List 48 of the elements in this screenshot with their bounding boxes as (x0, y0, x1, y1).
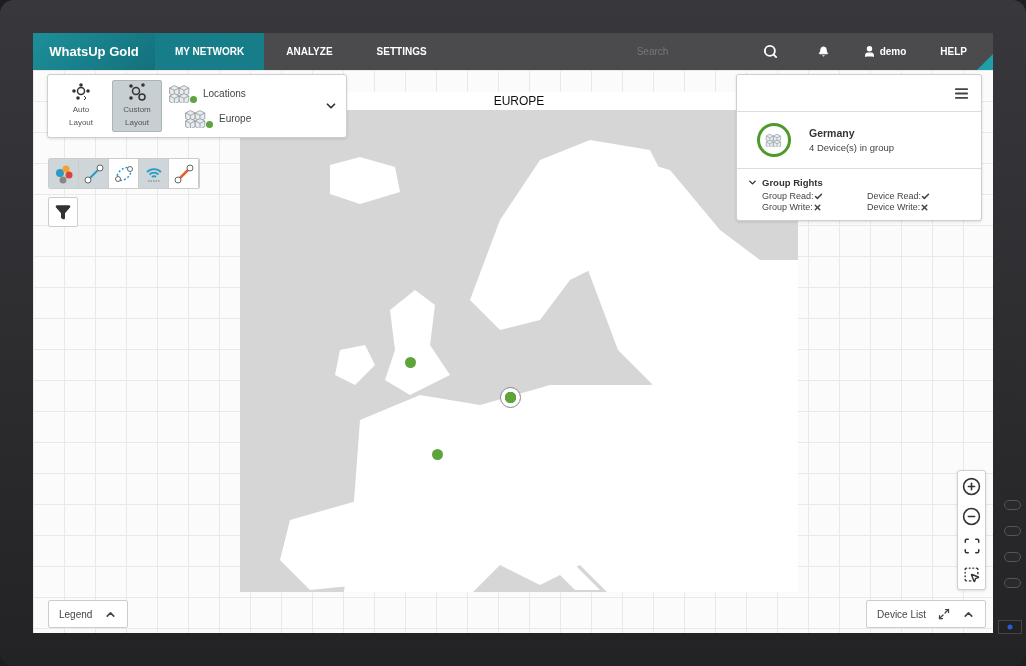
power-icon (1007, 624, 1013, 630)
menu-icon[interactable] (954, 85, 969, 101)
nav-tab[interactable]: MY NETWORK (155, 33, 265, 70)
expand-icon (938, 608, 950, 620)
nav-tab[interactable]: ANALYZE (264, 33, 355, 70)
right-label: Group Read: (762, 191, 814, 201)
logo: WhatsUp Gold (33, 33, 155, 70)
device-count: 4 Device(s) in group (809, 142, 894, 153)
fit-screen-icon[interactable] (962, 537, 981, 556)
colored-dots-icon (53, 163, 74, 184)
cube-group-icon (184, 109, 208, 129)
cube-group-icon (765, 132, 783, 148)
layout-mode-button[interactable]: Custom Layout (112, 80, 162, 132)
toolbar-button[interactable] (109, 159, 139, 188)
help-link[interactable]: HELP (940, 46, 967, 57)
status-dot (206, 121, 213, 129)
status-dot (190, 95, 197, 103)
toolbar-button[interactable] (79, 159, 109, 188)
right-label: Device Read: (867, 191, 922, 201)
bell-icon[interactable] (817, 46, 829, 57)
right-label: Group Write: (762, 202, 813, 212)
link-icon (173, 163, 194, 184)
group-name: Germany (809, 127, 856, 139)
network-layout-icon (127, 83, 147, 101)
zoom-out-icon[interactable] (962, 506, 981, 526)
chevron-down-icon (747, 177, 758, 188)
ring-link-icon (113, 163, 134, 184)
search-icon[interactable] (762, 44, 778, 59)
select-area-icon[interactable] (963, 566, 980, 584)
toolbar-button[interactable] (49, 159, 79, 188)
nav-tab[interactable]: SETTINGS (354, 33, 449, 70)
section-header[interactable]: Group Rights (737, 169, 981, 191)
breadcrumb-item[interactable]: Europe (219, 113, 252, 125)
right-label: Device Write: (867, 202, 921, 212)
legend-button[interactable]: Legend (48, 600, 129, 628)
filter-icon (55, 204, 71, 220)
user-icon (862, 45, 876, 58)
layout-mode-button[interactable]: Auto Layout (56, 80, 106, 132)
location-pin[interactable] (432, 449, 443, 460)
network-layout-icon (71, 83, 91, 101)
cube-group-icon (168, 83, 192, 103)
location-pin[interactable] (405, 357, 416, 368)
link-icon (83, 163, 104, 184)
zoom-in-icon[interactable] (962, 476, 981, 496)
device-list-button[interactable]: Device List (866, 600, 986, 628)
toolbar-button[interactable] (169, 159, 199, 188)
filter-button[interactable] (48, 197, 78, 227)
user-name[interactable]: demo (879, 46, 907, 57)
